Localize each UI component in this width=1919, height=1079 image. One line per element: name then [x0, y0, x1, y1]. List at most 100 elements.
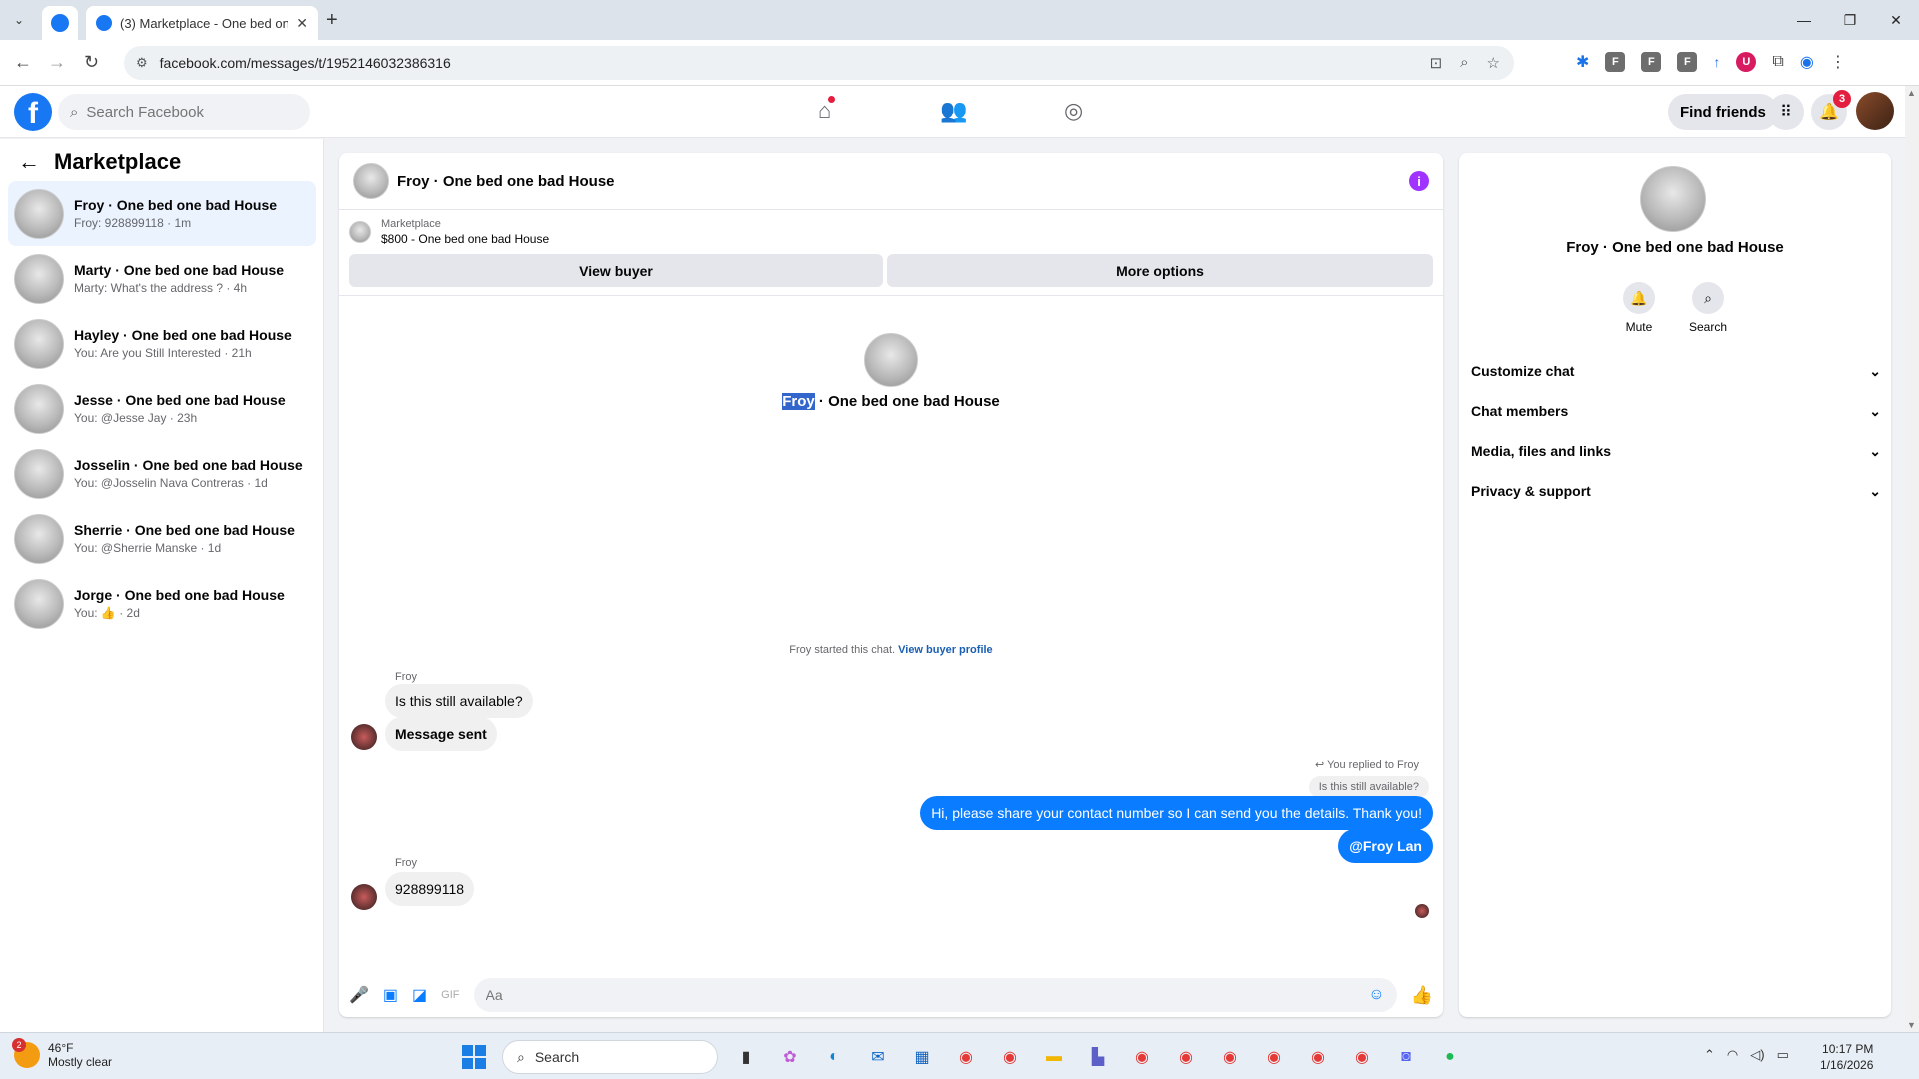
extension-f-icon[interactable]: F — [1605, 52, 1626, 72]
battery-icon[interactable]: ▭ — [1777, 1047, 1789, 1063]
home-icon[interactable]: ⌂ — [818, 96, 836, 124]
facebook-logo-icon[interactable]: f — [14, 93, 52, 131]
install-app-icon[interactable]: ⊡ — [1430, 54, 1443, 72]
back-arrow-icon[interactable]: ← — [18, 149, 40, 175]
info-icon[interactable]: i — [1409, 171, 1429, 191]
conversation-item[interactable]: Sherrie · One bed one bad House You: @She… — [8, 506, 316, 571]
outlook-icon[interactable]: ✉ — [862, 1041, 894, 1073]
volume-icon[interactable]: ◁) — [1750, 1047, 1764, 1063]
friends-icon[interactable]: 👥 — [940, 98, 967, 124]
chrome-profile-icon[interactable]: ◉ — [1258, 1041, 1290, 1073]
menu-grid-icon[interactable]: ⠿ — [1768, 94, 1804, 130]
restore-icon[interactable]: ❐ — [1827, 0, 1873, 40]
chrome-profile-icon[interactable]: ◉ — [1214, 1041, 1246, 1073]
attach-photo-icon[interactable]: ▣ — [383, 985, 398, 1005]
facebook-search-input[interactable] — [86, 103, 287, 121]
extension-f-icon[interactable]: F — [1677, 52, 1698, 72]
listing-thumbnail[interactable] — [349, 221, 371, 243]
find-friends-button[interactable]: Find friends — [1668, 94, 1778, 130]
store-icon[interactable]: ▦ — [906, 1041, 938, 1073]
forward-icon[interactable]: → — [48, 52, 66, 73]
pinned-facebook-tab[interactable] — [42, 6, 78, 40]
extension-f-icon[interactable]: F — [1641, 52, 1662, 72]
conversation-item[interactable]: Marty · One bed one bad House Marty: What… — [8, 246, 316, 311]
quoted-message[interactable]: Is this still available? — [1308, 776, 1429, 798]
teams-icon[interactable]: ▙ — [1082, 1041, 1114, 1073]
microphone-icon[interactable]: 🎤 — [349, 985, 369, 1005]
view-buyer-profile-link[interactable]: View buyer profile — [898, 644, 993, 656]
profile-icon[interactable]: ◉ — [1800, 52, 1814, 72]
chrome-profile-icon[interactable]: ◉ — [1346, 1041, 1378, 1073]
back-icon[interactable]: ← — [14, 52, 32, 73]
new-tab-icon[interactable]: + — [326, 9, 338, 32]
browser-menu-icon[interactable]: ⋮ — [1830, 52, 1846, 72]
extension-arrow-icon[interactable]: ↑ — [1713, 54, 1720, 70]
copilot-icon[interactable]: ✿ — [774, 1041, 806, 1073]
facebook-search[interactable]: ⌕ — [58, 94, 310, 130]
chrome-profile-icon[interactable]: ◉ — [1170, 1041, 1202, 1073]
file-explorer-icon[interactable]: ▬ — [1038, 1041, 1070, 1073]
customize-chat-section[interactable]: Customize chat ⌄ — [1471, 351, 1881, 391]
search-button[interactable]: ⌕ Search — [1689, 282, 1727, 334]
spotify-icon[interactable]: ● — [1434, 1041, 1466, 1073]
weather-widget[interactable]: 2 46°F Mostly clear — [12, 1038, 112, 1069]
message-input-field[interactable]: ☺ — [473, 978, 1397, 1012]
view-buyer-button[interactable]: View buyer — [349, 254, 884, 287]
chrome-icon[interactable]: ◉ — [950, 1041, 982, 1073]
tab-search-icon[interactable]: ⌄ — [8, 9, 30, 31]
conversation-item[interactable]: Josselin · One bed one bad House You: @Jo… — [8, 441, 316, 506]
listing-title[interactable]: $800 - One bed one bad House — [381, 232, 549, 246]
extensions-menu-icon[interactable]: ⧉ — [1772, 53, 1783, 71]
chat-members-section[interactable]: Chat members ⌄ — [1471, 391, 1881, 431]
zoom-icon[interactable]: ⌕ — [1460, 54, 1468, 72]
chat-avatar[interactable] — [353, 163, 389, 199]
edge-icon[interactable]: ◐ — [818, 1041, 850, 1073]
incoming-message[interactable]: Is this still available? — [385, 684, 533, 718]
outgoing-message[interactable]: @Froy Lan — [1338, 829, 1433, 863]
omnibox[interactable]: ⚙ facebook.com/messages/t/19521460323863… — [124, 46, 1514, 80]
site-info-icon[interactable]: ⚙ — [136, 55, 148, 71]
emoji-icon[interactable]: ☺ — [1368, 986, 1384, 1004]
conversation-item[interactable]: Jorge · One bed one bad House You: 👍 · 2d — [8, 571, 316, 636]
taskbar-search[interactable]: ⌕ Search — [502, 1040, 718, 1074]
bookmark-star-icon[interactable]: ☆ — [1487, 54, 1500, 72]
media-files-section[interactable]: Media, files and links ⌄ — [1471, 431, 1881, 471]
start-button[interactable] — [462, 1045, 486, 1069]
scroll-down-icon[interactable]: ▼ — [1907, 1020, 1916, 1030]
conversation-item[interactable]: Froy · One bed one bad House Froy: 928899… — [8, 181, 316, 246]
scroll-up-icon[interactable]: ▲ — [1907, 88, 1916, 98]
incoming-message[interactable]: Message sent — [385, 717, 497, 751]
sender-avatar[interactable] — [351, 884, 377, 910]
notifications-bell-icon[interactable]: 🔔 3 — [1811, 90, 1851, 130]
reload-icon[interactable]: ↻ — [84, 52, 99, 73]
sticker-icon[interactable]: ◪ — [412, 985, 427, 1005]
clock[interactable]: 10:17 PM 1/16/2026 — [1820, 1041, 1873, 1073]
profile-avatar[interactable] — [1856, 92, 1894, 130]
groups-icon[interactable]: ◎ — [1064, 98, 1083, 124]
more-options-button[interactable]: More options — [887, 254, 1433, 287]
mute-button[interactable]: 🔔 Mute — [1622, 282, 1655, 334]
discord-icon[interactable]: ◙ — [1390, 1041, 1422, 1073]
active-tab[interactable]: (3) Marketplace - One bed one ✕ — [86, 6, 318, 40]
message-input[interactable] — [485, 987, 1369, 1003]
thumbs-up-icon[interactable]: 👍 — [1411, 985, 1433, 1006]
task-view-icon[interactable]: ▮ — [730, 1041, 762, 1073]
sender-avatar[interactable] — [351, 724, 377, 750]
outgoing-message[interactable]: Hi, please share your contact number so … — [920, 796, 1433, 830]
incoming-message[interactable]: 928899118 — [385, 872, 475, 906]
puzzle-extension-icon[interactable]: ✱ — [1576, 52, 1589, 72]
chrome-profile-icon[interactable]: ◉ — [1126, 1041, 1158, 1073]
chrome-profile-icon[interactable]: ◉ — [994, 1041, 1026, 1073]
chat-title[interactable]: Froy · One bed one bad House — [397, 173, 1401, 190]
minimize-icon[interactable]: — — [1781, 0, 1827, 40]
extension-u-icon[interactable]: U — [1736, 52, 1757, 72]
wifi-icon[interactable]: ◠ — [1727, 1047, 1738, 1063]
privacy-support-section[interactable]: Privacy & support ⌄ — [1471, 471, 1881, 511]
gif-icon[interactable]: GIF — [441, 989, 459, 1001]
tab-close-icon[interactable]: ✕ — [296, 15, 308, 32]
chrome-profile-icon[interactable]: ◉ — [1302, 1041, 1334, 1073]
chevron-up-icon[interactable]: ⌃ — [1704, 1047, 1715, 1063]
details-avatar[interactable] — [1640, 166, 1706, 232]
conversation-item[interactable]: Hayley · One bed one bad House You: Are y… — [8, 311, 316, 376]
conversation-item[interactable]: Jesse · One bed one bad House You: @Jesse… — [8, 376, 316, 441]
